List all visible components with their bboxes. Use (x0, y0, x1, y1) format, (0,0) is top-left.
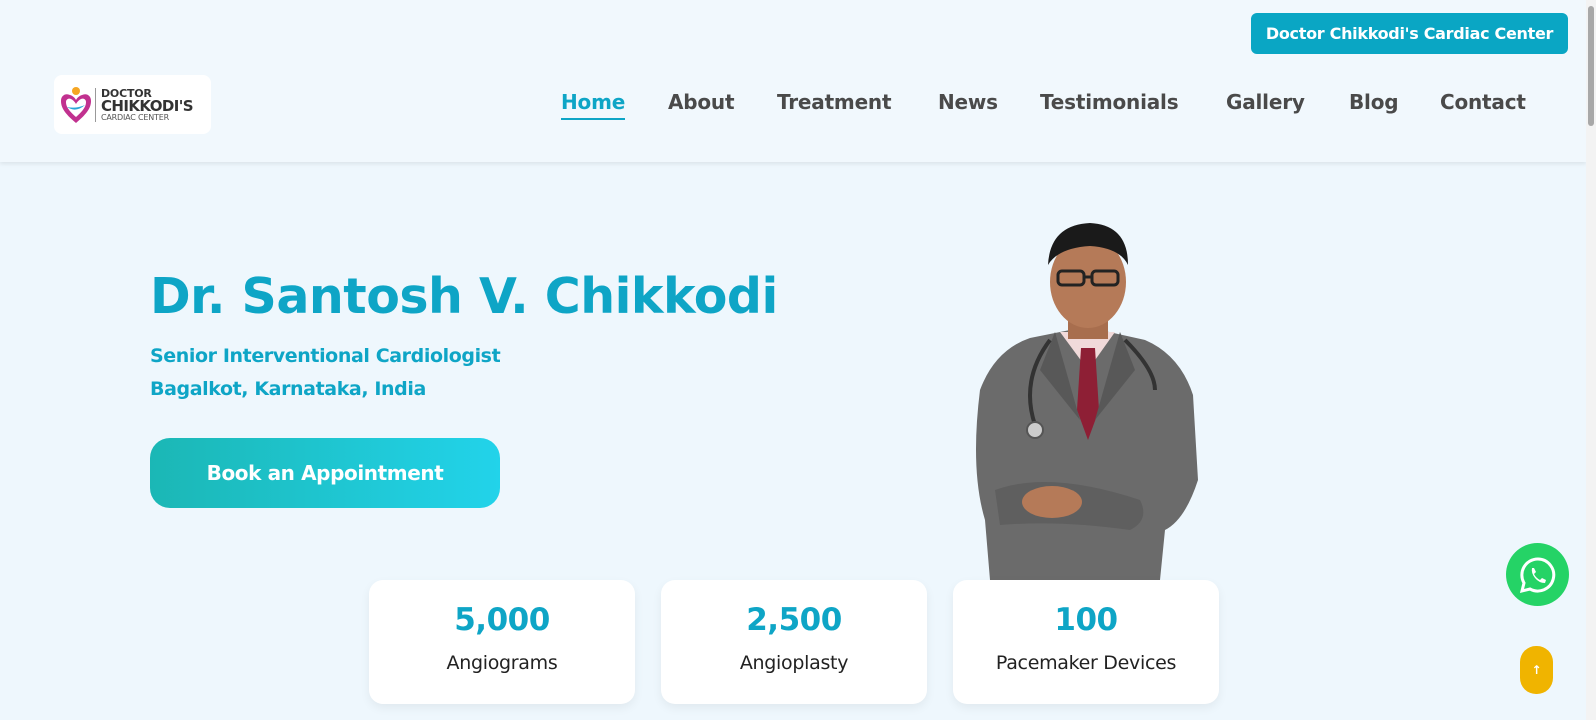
doctor-name-heading: Dr. Santosh V. Chikkodi (150, 268, 778, 325)
cardiac-center-button[interactable]: Doctor Chikkodi's Cardiac Center (1251, 13, 1568, 54)
doctor-location: Bagalkot, Karnataka, India (150, 378, 426, 400)
nav-news[interactable]: News (938, 88, 998, 116)
stat-value: 5,000 (454, 602, 550, 638)
main-nav: Home About Treatment News Testimonials G… (0, 88, 1586, 128)
stat-label: Pacemaker Devices (995, 652, 1177, 674)
doctor-title: Senior Interventional Cardiologist (150, 345, 501, 367)
stat-card-pacemaker: 100 Pacemaker Devices (953, 580, 1219, 704)
site-header: Doctor Chikkodi's Cardiac Center DOCTOR … (0, 0, 1586, 162)
stat-label: Angioplasty (739, 652, 849, 674)
stat-label: Angiograms (446, 652, 558, 674)
stat-value: 100 (1054, 602, 1118, 638)
nav-home[interactable]: Home (561, 88, 625, 120)
stat-card-angiograms: 5,000 Angiograms (369, 580, 635, 704)
nav-contact[interactable]: Contact (1440, 88, 1526, 116)
nav-gallery[interactable]: Gallery (1226, 88, 1305, 116)
nav-treatment[interactable]: Treatment (777, 88, 892, 116)
stat-value: 2,500 (746, 602, 842, 638)
nav-about[interactable]: About (668, 88, 735, 116)
doctor-photo (976, 223, 1198, 580)
whatsapp-icon (1519, 556, 1555, 593)
nav-blog[interactable]: Blog (1349, 88, 1399, 116)
scroll-to-top-button[interactable]: ↑ (1520, 646, 1553, 694)
nav-testimonials[interactable]: Testimonials (1040, 88, 1179, 116)
stat-card-angioplasty: 2,500 Angioplasty (661, 580, 927, 704)
whatsapp-button[interactable] (1506, 543, 1569, 606)
scrollbar-thumb[interactable] (1588, 6, 1594, 126)
book-appointment-button[interactable]: Book an Appointment (150, 438, 500, 508)
